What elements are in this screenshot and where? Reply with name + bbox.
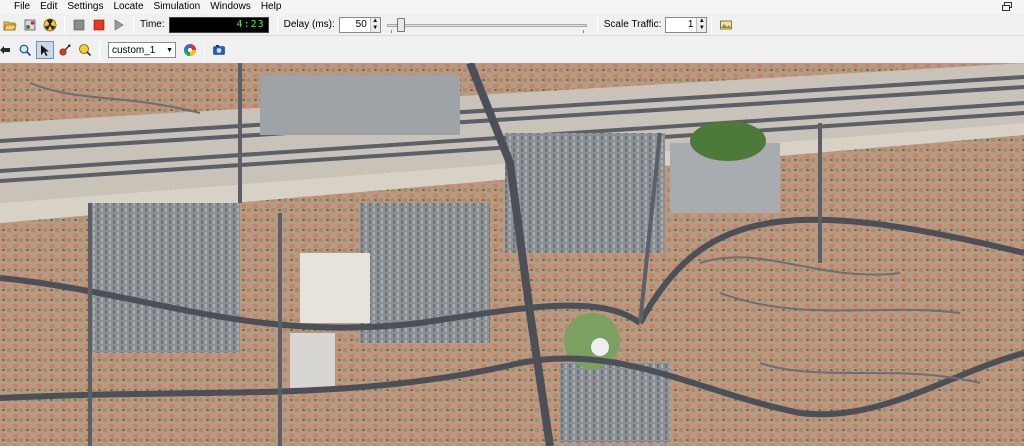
toolbar-separator: [276, 15, 278, 34]
menu-simulation[interactable]: Simulation: [149, 0, 206, 14]
inspect-button[interactable]: [56, 41, 74, 59]
restore-window-icon: [1002, 1, 1012, 11]
delay-slider-tick: [390, 29, 392, 33]
toolbar-separator: [204, 41, 205, 59]
menu-settings[interactable]: Settings: [62, 0, 108, 14]
pan-icon: [0, 46, 10, 54]
step-icon: [114, 18, 124, 31]
inspect-icon: [59, 44, 71, 56]
select-icon: [41, 45, 49, 56]
folder-open-icon: [3, 21, 17, 30]
scale-traffic-value[interactable]: 1: [666, 18, 696, 32]
screenshot-button[interactable]: [210, 41, 228, 59]
delay-slider[interactable]: [386, 17, 587, 33]
restore-window-button[interactable]: [1000, 0, 1014, 12]
radiation-icon: [43, 18, 57, 31]
delay-value[interactable]: 50: [340, 18, 370, 32]
view-select-value: custom_1: [112, 44, 156, 56]
map-view[interactable]: [0, 63, 1024, 446]
scale-traffic-label: Scale Traffic:: [603, 19, 662, 30]
simulation-toolbar: Time: 4:23 Delay (ms): 50 ▲ ▼ Scale Traf…: [0, 14, 1024, 36]
run-icon: [73, 19, 85, 30]
gallery-button[interactable]: [717, 16, 735, 34]
pan-button[interactable]: [0, 41, 14, 59]
radiation-button[interactable]: [41, 16, 59, 34]
reload-button[interactable]: [21, 16, 39, 34]
time-value: 4:23: [236, 19, 265, 30]
select-button[interactable]: [36, 41, 54, 59]
scale-up-arrow-icon[interactable]: ▲: [697, 18, 706, 25]
view-toolbar: custom_1 ▼: [0, 38, 1024, 62]
aerial-map-image: [0, 63, 1024, 446]
delay-slider-track: [386, 23, 587, 27]
toolbar-separator: [596, 15, 598, 34]
time-display: 4:23: [168, 16, 269, 33]
delay-spinbox[interactable]: 50 ▲ ▼: [338, 16, 381, 33]
gallery-icon: [720, 20, 733, 29]
delay-slider-thumb[interactable]: [396, 17, 405, 32]
toolbar-separator: [133, 15, 134, 34]
chevron-down-icon[interactable]: ▼: [166, 47, 173, 54]
step-button[interactable]: [110, 16, 128, 34]
commercial-block: [260, 75, 460, 135]
plaza-fountain: [591, 338, 609, 356]
delay-label: Delay (ms):: [283, 19, 335, 30]
shopping-roof: [300, 253, 370, 323]
menu-help[interactable]: Help: [256, 0, 287, 14]
locate-icon: [79, 44, 92, 57]
open-button[interactable]: [1, 16, 19, 34]
scale-traffic-spinbox[interactable]: 1 ▲ ▼: [665, 16, 708, 33]
scale-spin-arrows[interactable]: ▲ ▼: [696, 17, 707, 32]
run-button[interactable]: [70, 16, 88, 34]
park-field: [690, 121, 766, 161]
commercial-block: [505, 133, 665, 253]
stop-icon: [93, 19, 105, 30]
zoom-icon: [19, 44, 32, 57]
time-label: Time:: [140, 19, 165, 30]
menu-windows[interactable]: Windows: [205, 0, 256, 14]
menu-bar: File Edit Settings Locate Simulation Win…: [0, 0, 1024, 14]
toolbar-separator: [99, 41, 100, 59]
menu-file[interactable]: File: [0, 0, 35, 14]
reload-icon: [24, 19, 36, 30]
color-wheel-button[interactable]: [181, 41, 199, 59]
delay-down-arrow-icon[interactable]: ▼: [371, 25, 380, 32]
scale-down-arrow-icon[interactable]: ▼: [697, 25, 706, 32]
commercial-block: [90, 203, 240, 353]
menu-edit[interactable]: Edit: [35, 0, 62, 14]
delay-up-arrow-icon[interactable]: ▲: [371, 18, 380, 25]
shopping-roof: [290, 333, 335, 388]
locate-button[interactable]: [76, 41, 94, 59]
stop-button[interactable]: [90, 16, 108, 34]
view-select[interactable]: custom_1 ▼: [108, 42, 176, 58]
commercial-block: [560, 363, 670, 443]
toolbar-separator: [64, 15, 65, 34]
screenshot-icon: [213, 45, 225, 55]
delay-slider-tick: [582, 29, 584, 33]
toolbar-separator: [711, 15, 713, 34]
menu-locate[interactable]: Locate: [109, 0, 149, 14]
delay-spin-arrows[interactable]: ▲ ▼: [369, 17, 380, 32]
zoom-button[interactable]: [16, 41, 34, 59]
color-wheel-icon: [184, 44, 196, 56]
